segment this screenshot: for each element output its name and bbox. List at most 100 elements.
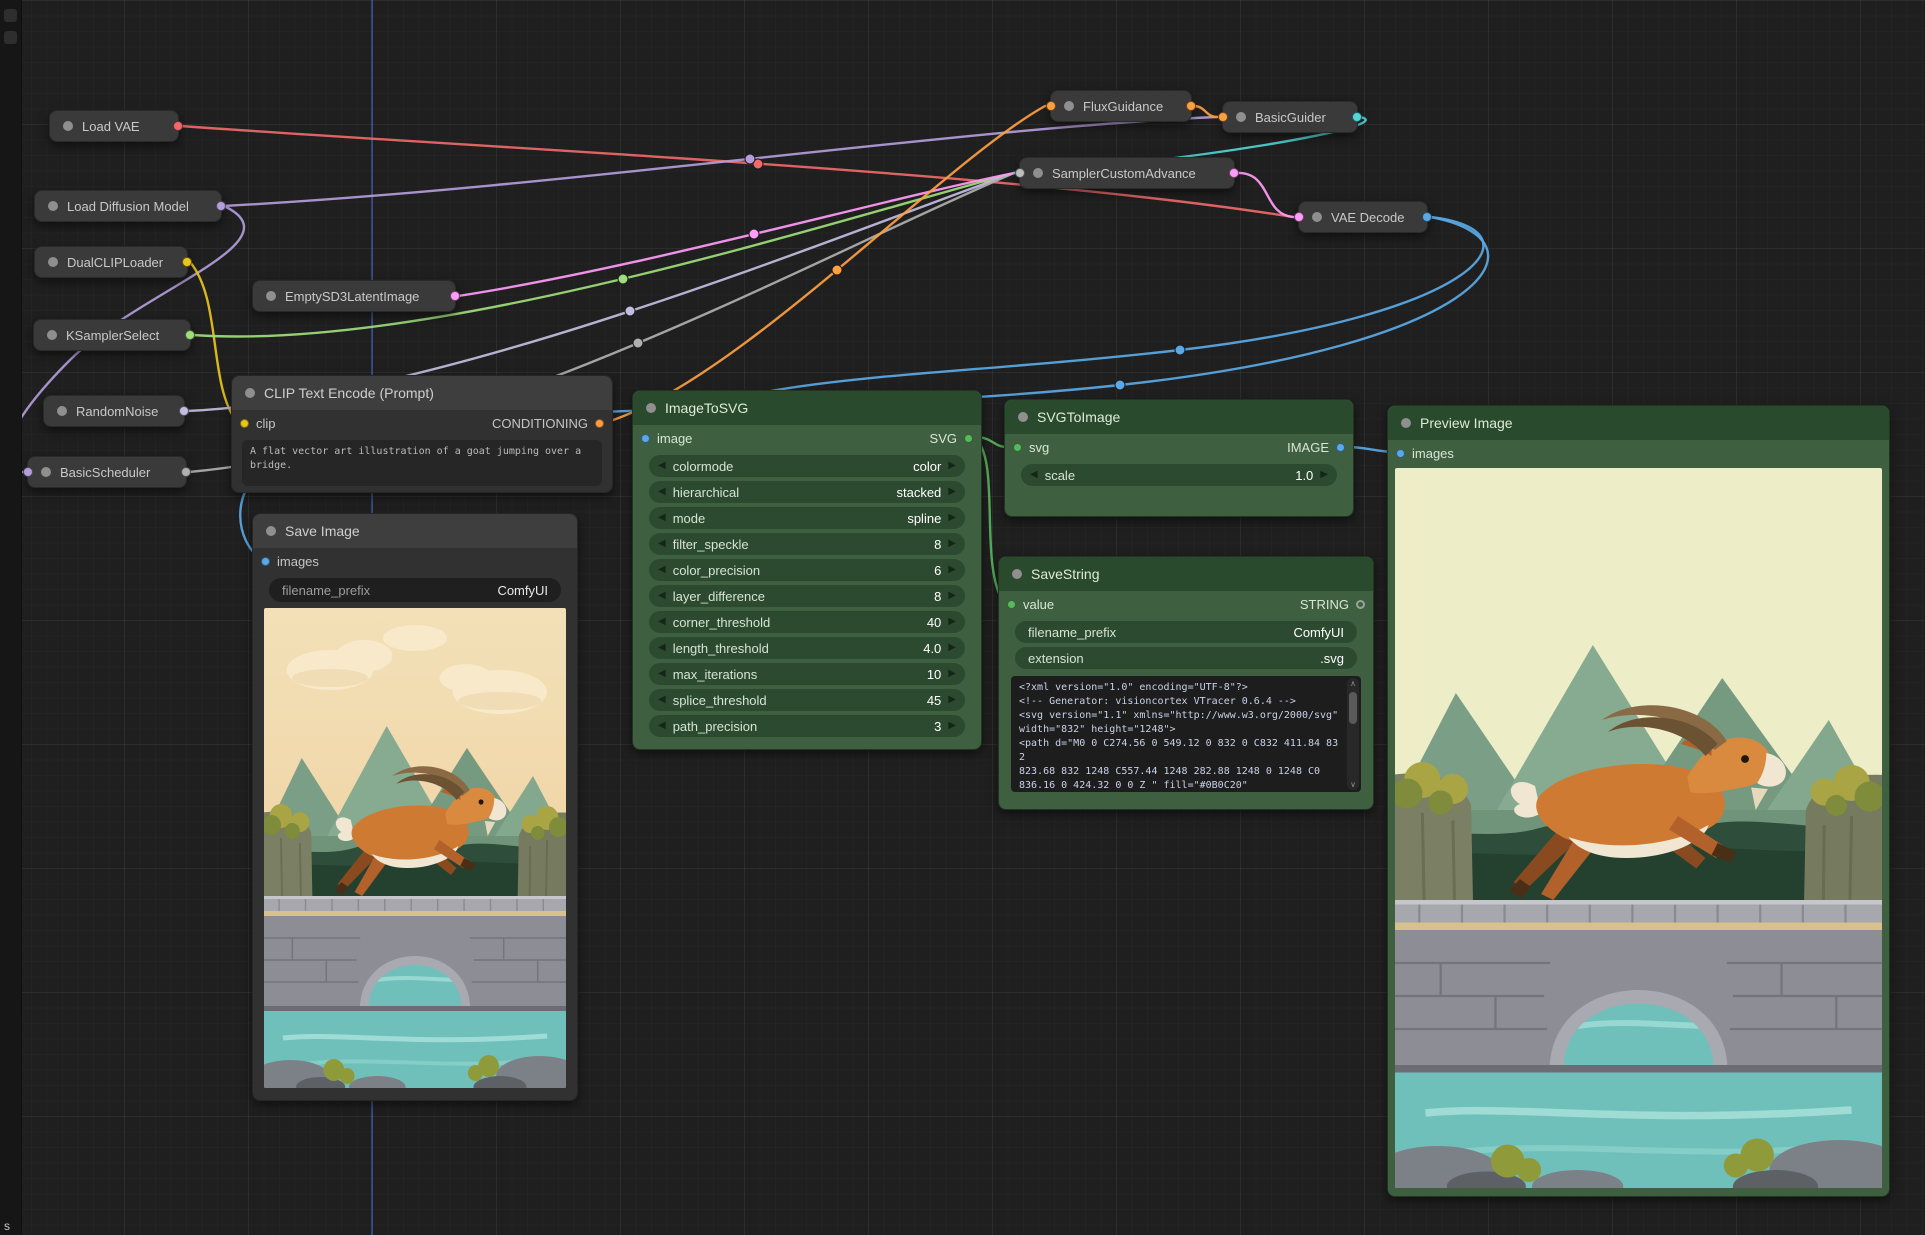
node-random-noise[interactable]: RandomNoise <box>43 395 185 427</box>
guider-output-port[interactable] <box>1352 112 1362 122</box>
widget-extension[interactable]: extension .svg <box>1015 647 1357 669</box>
decrement-icon[interactable]: ◀ <box>658 591 666 601</box>
clip-output-port[interactable] <box>182 257 192 267</box>
node-header[interactable]: SaveString <box>999 557 1373 591</box>
collapse-dot[interactable] <box>57 406 67 416</box>
widget-max-iterations[interactable]: ◀ max_iterations 10 ▶ <box>649 663 965 685</box>
collapse-dot[interactable] <box>266 526 276 536</box>
collapse-dot[interactable] <box>1012 569 1022 579</box>
sampler-output-port[interactable] <box>185 330 195 340</box>
prompt-textarea[interactable]: A flat vector art illustration of a goat… <box>242 440 602 486</box>
image-output-port[interactable] <box>1336 443 1345 452</box>
scroll-up-icon[interactable]: ∧ <box>1347 679 1359 688</box>
value-input-port[interactable] <box>1007 600 1016 609</box>
samples-input-port[interactable] <box>1294 212 1304 222</box>
decrement-icon[interactable]: ◀ <box>658 487 666 497</box>
node-image-to-svg[interactable]: ImageToSVG image SVG ◀ colormode color ▶… <box>632 390 982 750</box>
widget-length-threshold[interactable]: ◀ length_threshold 4.0 ▶ <box>649 637 965 659</box>
collapse-dot[interactable] <box>646 403 656 413</box>
decrement-icon[interactable]: ◀ <box>658 513 666 523</box>
decrement-icon[interactable]: ◀ <box>658 695 666 705</box>
conditioning-output-port[interactable] <box>595 419 604 428</box>
increment-icon[interactable]: ▶ <box>948 461 956 471</box>
vae-output-port[interactable] <box>173 121 183 131</box>
node-save-image[interactable]: Save Image images filename_prefix ComfyU… <box>252 513 578 1101</box>
decrement-icon[interactable]: ◀ <box>658 643 666 653</box>
collapse-dot[interactable] <box>1236 112 1246 122</box>
collapse-dot[interactable] <box>266 291 276 301</box>
node-flux-guidance[interactable]: FluxGuidance <box>1050 90 1192 122</box>
widget-splice-threshold[interactable]: ◀ splice_threshold 45 ▶ <box>649 689 965 711</box>
decrement-icon[interactable]: ◀ <box>1030 470 1038 480</box>
increment-icon[interactable]: ▶ <box>948 617 956 627</box>
node-dual-clip-loader[interactable]: DualCLIPLoader <box>34 246 188 278</box>
widget-mode[interactable]: ◀ mode spline ▶ <box>649 507 965 529</box>
decrement-icon[interactable]: ◀ <box>658 617 666 627</box>
decrement-icon[interactable]: ◀ <box>658 721 666 731</box>
widget-colormode[interactable]: ◀ colormode color ▶ <box>649 455 965 477</box>
decrement-icon[interactable]: ◀ <box>658 461 666 471</box>
node-header[interactable]: Save Image <box>253 514 577 548</box>
collapse-dot[interactable] <box>245 388 255 398</box>
decrement-icon[interactable]: ◀ <box>658 565 666 575</box>
node-load-vae[interactable]: Load VAE <box>49 110 179 142</box>
svg-code-textarea[interactable]: <?xml version="1.0" encoding="UTF-8"?> <… <box>1011 676 1361 792</box>
panel-toggle-icon[interactable] <box>4 31 17 44</box>
widget-filter-speckle[interactable]: ◀ filter_speckle 8 ▶ <box>649 533 965 555</box>
model-output-port[interactable] <box>216 201 226 211</box>
collapse-dot[interactable] <box>1312 212 1322 222</box>
widget-hierarchical[interactable]: ◀ hierarchical stacked ▶ <box>649 481 965 503</box>
node-basic-guider[interactable]: BasicGuider <box>1222 101 1358 133</box>
collapse-dot[interactable] <box>41 467 51 477</box>
sigmas-output-port[interactable] <box>181 467 191 477</box>
node-ksampler-select[interactable]: KSamplerSelect <box>33 319 191 351</box>
collapse-dot[interactable] <box>1033 168 1043 178</box>
increment-icon[interactable]: ▶ <box>948 539 956 549</box>
collapse-dot[interactable] <box>48 201 58 211</box>
node-load-diffusion-model[interactable]: Load Diffusion Model <box>34 190 222 222</box>
widget-corner-threshold[interactable]: ◀ corner_threshold 40 ▶ <box>649 611 965 633</box>
collapse-dot[interactable] <box>1018 412 1028 422</box>
svg-input-port[interactable] <box>1013 443 1022 452</box>
widget-path-precision[interactable]: ◀ path_precision 3 ▶ <box>649 715 965 737</box>
menu-icon[interactable] <box>4 9 17 22</box>
increment-icon[interactable]: ▶ <box>948 669 956 679</box>
node-preview-image[interactable]: Preview Image images <box>1387 405 1890 1197</box>
scrollbar[interactable]: ∧ ∨ <box>1347 678 1359 790</box>
widget-color-precision[interactable]: ◀ color_precision 6 ▶ <box>649 559 965 581</box>
widget-layer-difference[interactable]: ◀ layer_difference 8 ▶ <box>649 585 965 607</box>
node-header[interactable]: ImageToSVG <box>633 391 981 425</box>
conditioning-input-port[interactable] <box>1046 101 1056 111</box>
node-sampler-custom-advance[interactable]: SamplerCustomAdvance <box>1019 157 1235 189</box>
images-input-port[interactable] <box>1396 449 1405 458</box>
node-header[interactable]: CLIP Text Encode (Prompt) <box>232 376 612 410</box>
latent-output-port[interactable] <box>450 291 460 301</box>
node-basic-scheduler[interactable]: BasicScheduler <box>27 456 187 488</box>
conditioning-output-port[interactable] <box>1186 101 1196 111</box>
collapse-dot[interactable] <box>1064 101 1074 111</box>
scroll-down-icon[interactable]: ∨ <box>1347 780 1359 789</box>
multi-input-port[interactable] <box>1015 168 1025 178</box>
svg-output-port[interactable] <box>964 434 973 443</box>
scrollbar-thumb[interactable] <box>1349 692 1357 724</box>
latent-output-port[interactable] <box>1229 168 1239 178</box>
collapse-dot[interactable] <box>1401 418 1411 428</box>
node-graph-canvas[interactable]: Load VAE Load Diffusion Model DualCLIPLo… <box>0 0 1925 1235</box>
increment-icon[interactable]: ▶ <box>948 487 956 497</box>
decrement-icon[interactable]: ◀ <box>658 669 666 679</box>
noise-output-port[interactable] <box>179 406 189 416</box>
increment-icon[interactable]: ▶ <box>948 643 956 653</box>
widget-filename-prefix[interactable]: filename_prefix ComfyUI <box>269 578 561 602</box>
node-header[interactable]: SVGToImage <box>1005 400 1353 434</box>
collapse-dot[interactable] <box>47 330 57 340</box>
decrement-icon[interactable]: ◀ <box>658 539 666 549</box>
widget-scale[interactable]: ◀ scale 1.0 ▶ <box>1021 464 1337 486</box>
model-input-port[interactable] <box>23 467 33 477</box>
clip-input-port[interactable] <box>240 419 249 428</box>
widget-filename-prefix[interactable]: filename_prefix ComfyUI <box>1015 621 1357 643</box>
string-output-port[interactable] <box>1356 600 1365 609</box>
collapse-dot[interactable] <box>63 121 73 131</box>
image-output-port[interactable] <box>1422 212 1432 222</box>
node-vae-decode[interactable]: VAE Decode <box>1298 201 1428 233</box>
increment-icon[interactable]: ▶ <box>948 695 956 705</box>
